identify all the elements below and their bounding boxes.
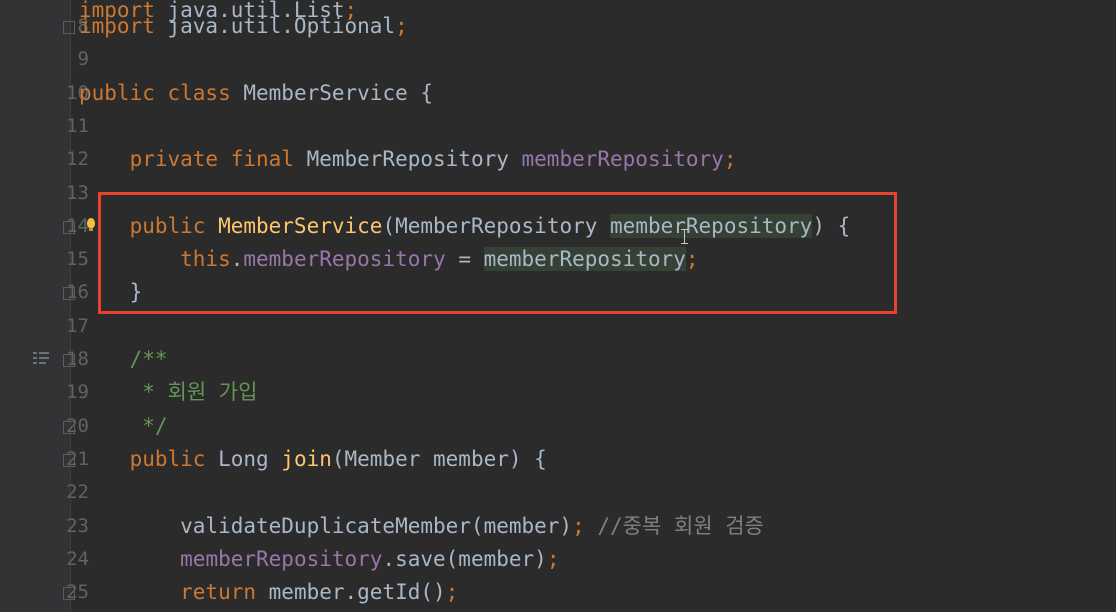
code-token: public bbox=[79, 213, 219, 238]
code-editor[interactable]: import java.util.List; 8 import java.util… bbox=[63, 0, 1116, 612]
intention-bulb-icon[interactable] bbox=[87, 218, 95, 228]
code-line-25[interactable]: 25 return member.getId(); bbox=[66, 576, 1116, 609]
code-line-10[interactable]: 10 public class MemberService { bbox=[66, 77, 1116, 110]
code-text: import java.util.Optional; bbox=[79, 10, 408, 43]
code-token: public class bbox=[79, 80, 244, 105]
code-token: memberRepository bbox=[483, 247, 686, 272]
code-token: Long bbox=[218, 446, 282, 471]
code-token: . bbox=[230, 247, 244, 272]
line-number: 11 bbox=[66, 114, 89, 137]
code-line-18[interactable]: 18 /** bbox=[66, 343, 1116, 376]
code-token: ; bbox=[546, 546, 560, 571]
fold-icon[interactable] bbox=[63, 21, 75, 34]
code-token: MemberRepository bbox=[306, 147, 522, 172]
code-text: memberRepository.save(member); bbox=[79, 543, 559, 576]
code-token: ; bbox=[572, 513, 598, 538]
code-token: private final bbox=[79, 147, 307, 172]
code-line-16[interactable]: 16 } bbox=[66, 276, 1116, 309]
code-line-13[interactable]: 13 bbox=[66, 177, 1116, 210]
fold-icon[interactable] bbox=[63, 354, 75, 367]
code-token: * 회원 가입 bbox=[79, 380, 258, 405]
code-token: } bbox=[79, 280, 143, 305]
code-token: java.util.Optional bbox=[154, 14, 396, 38]
code-token: (Member member) { bbox=[331, 446, 547, 471]
code-line-24[interactable]: 24 memberRepository.save(member); bbox=[66, 543, 1116, 576]
code-line-23[interactable]: 23 validateDuplicateMember(member); //중복… bbox=[66, 510, 1116, 543]
structure-list-icon[interactable] bbox=[33, 352, 49, 366]
code-text: this.memberRepository = memberRepository… bbox=[79, 243, 699, 276]
code-text: private final MemberRepository memberRep… bbox=[79, 143, 737, 176]
code-token: ) { bbox=[812, 213, 851, 238]
code-text: validateDuplicateMember(member); //중복 회원… bbox=[79, 510, 764, 543]
code-token: join bbox=[281, 446, 332, 471]
line-number: 22 bbox=[66, 481, 89, 504]
fold-icon[interactable] bbox=[63, 453, 75, 467]
line-number: 17 bbox=[66, 314, 89, 337]
code-text: * 회원 가입 bbox=[79, 376, 257, 409]
code-token: memberRepository bbox=[521, 147, 724, 172]
line-number: 9 bbox=[77, 48, 89, 71]
code-token: memberRepository bbox=[180, 546, 383, 571]
code-text: return member.getId(); bbox=[79, 576, 458, 609]
code-text: public class MemberService { bbox=[79, 77, 433, 110]
code-text: public Long join(Member member) { bbox=[79, 443, 547, 476]
code-token: return bbox=[79, 580, 269, 605]
code-token: MemberService bbox=[218, 213, 383, 238]
code-token: /** bbox=[79, 347, 168, 371]
code-text: public MemberService(MemberRepository me… bbox=[79, 210, 850, 243]
code-text: } bbox=[79, 276, 143, 309]
line-number: 13 bbox=[66, 181, 89, 204]
fold-icon[interactable] bbox=[63, 220, 75, 234]
code-line-8[interactable]: 8 import java.util.Optional; bbox=[71, 10, 1116, 43]
code-token: MemberService { bbox=[243, 80, 434, 105]
code-token: ; bbox=[395, 14, 408, 38]
code-token: public bbox=[79, 446, 219, 471]
code-line-22[interactable]: 22 bbox=[66, 476, 1116, 509]
code-token: this bbox=[79, 247, 231, 272]
code-token: */ bbox=[79, 413, 168, 438]
fold-icon[interactable] bbox=[63, 287, 75, 301]
code-text: */ bbox=[79, 410, 168, 443]
code-text: /** bbox=[79, 343, 168, 376]
code-token: import bbox=[79, 14, 155, 38]
code-token: ; bbox=[445, 580, 459, 605]
text-cursor-foot bbox=[681, 243, 688, 244]
line-number-gutter[interactable] bbox=[0, 0, 71, 612]
code-token: ; bbox=[723, 147, 737, 172]
code-line-17[interactable]: 17 bbox=[66, 310, 1116, 343]
code-token: = bbox=[445, 247, 484, 272]
code-token: member.getId() bbox=[268, 580, 446, 605]
code-line-21[interactable]: 21 public Long join(Member member) { bbox=[66, 443, 1116, 476]
code-token: .save(member) bbox=[382, 546, 547, 571]
code-token: (MemberRepository bbox=[382, 213, 611, 238]
code-token: ; bbox=[685, 247, 699, 272]
text-cursor-stem bbox=[684, 229, 685, 243]
code-token: validateDuplicateMember(member) bbox=[79, 513, 573, 538]
code-token: memberRepository bbox=[610, 213, 813, 238]
fold-icon[interactable] bbox=[63, 587, 75, 601]
code-line-11[interactable]: 11 bbox=[66, 110, 1116, 143]
code-token: //중복 회원 검증 bbox=[597, 513, 764, 538]
fold-icon[interactable] bbox=[63, 420, 75, 434]
code-token: memberRepository bbox=[243, 247, 446, 272]
code-line-9[interactable]: 9 bbox=[71, 43, 1116, 76]
intention-bulb-base bbox=[89, 228, 93, 231]
code-line-15[interactable]: 15 this.memberRepository = memberReposit… bbox=[66, 243, 1116, 276]
code-line-14[interactable]: 14 public MemberService(MemberRepository… bbox=[66, 210, 1116, 243]
code-line-19[interactable]: 19 * 회원 가입 bbox=[66, 376, 1116, 409]
code-line-12[interactable]: 12 private final MemberRepository member… bbox=[66, 143, 1116, 176]
code-line-20[interactable]: 20 */ bbox=[66, 410, 1116, 443]
